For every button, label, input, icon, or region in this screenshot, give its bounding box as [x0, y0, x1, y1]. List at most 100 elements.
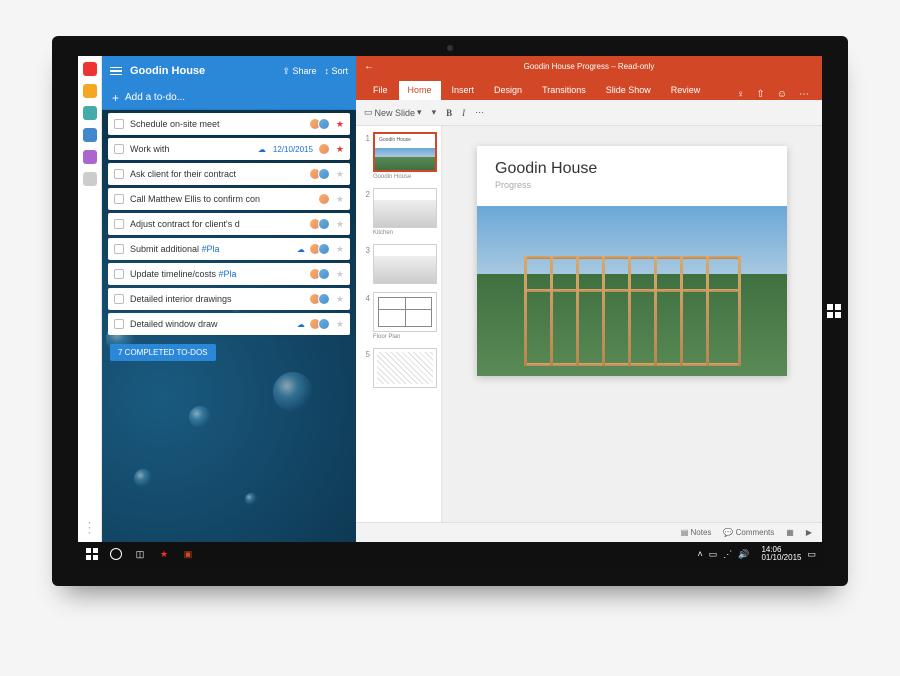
task-item[interactable]: Adjust contract for client's d ★	[108, 213, 350, 235]
slide-hero-image	[477, 206, 787, 376]
windows-hw-button[interactable]	[827, 304, 841, 318]
completed-banner[interactable]: 7 COMPLETED TO-DOS	[110, 344, 216, 361]
ribbon-tab-review[interactable]: Review	[662, 81, 710, 100]
task-item[interactable]: Detailed interior drawings ★	[108, 288, 350, 310]
more-icon[interactable]: ⋯	[794, 89, 814, 100]
clock[interactable]: 14:06 01/10/2015	[761, 546, 801, 562]
task-item[interactable]: Update timeline/costs #Pla ★	[108, 263, 350, 285]
task-label: Work with	[130, 144, 258, 154]
assignee-avatars	[312, 168, 330, 180]
italic-button[interactable]: I	[462, 108, 465, 118]
current-slide[interactable]: Goodin House Progress	[477, 146, 787, 376]
nav-more-icon[interactable]: ⋮	[83, 519, 97, 536]
star-icon[interactable]: ★	[336, 144, 344, 155]
slide-thumb-1[interactable]: 1Goodin HouseGoodin House	[360, 132, 437, 180]
ribbon-tab-file[interactable]: File	[364, 81, 397, 100]
list-title: Goodin House	[130, 65, 282, 77]
share-button[interactable]: ⇪ Share	[282, 66, 316, 77]
notes-button[interactable]: ▤ Notes	[681, 528, 712, 537]
checkbox-icon[interactable]	[114, 219, 124, 229]
comments-button[interactable]: 💬 Comments	[723, 528, 774, 537]
new-slide-button[interactable]: ▭ New Slide ▾	[364, 107, 422, 118]
star-icon[interactable]: ★	[336, 319, 344, 330]
lightbulb-icon[interactable]: ♀	[732, 89, 750, 100]
star-icon[interactable]: ★	[336, 294, 344, 305]
more-formatting-icon[interactable]: ⋯	[475, 107, 484, 118]
wifi-icon[interactable]: ⋰	[723, 549, 732, 560]
assignee-avatars	[312, 243, 330, 255]
back-icon[interactable]: ←	[364, 61, 374, 72]
task-item[interactable]: Schedule on-site meet ★	[108, 113, 350, 135]
bold-button[interactable]: B	[446, 108, 452, 118]
cortana-icon[interactable]	[108, 546, 124, 562]
cloud-icon: ☁	[258, 145, 266, 154]
task-item[interactable]: Call Matthew Ellis to confirm con ★	[108, 188, 350, 210]
cloud-icon: ☁	[297, 320, 305, 329]
view-slideshow-icon[interactable]: ▶	[806, 528, 812, 537]
hamburger-icon[interactable]	[110, 65, 122, 78]
ribbon-tabs: FileHomeInsertDesignTransitionsSlide Sho…	[356, 76, 822, 100]
action-center-icon[interactable]: ▭	[807, 549, 816, 560]
star-icon[interactable]: ★	[336, 219, 344, 230]
ribbon-tab-insert[interactable]: Insert	[443, 81, 484, 100]
checkbox-icon[interactable]	[114, 194, 124, 204]
task-label: Call Matthew Ellis to confirm con	[130, 194, 317, 204]
nav-item-week[interactable]	[83, 128, 97, 142]
star-icon[interactable]: ★	[336, 269, 344, 280]
tablet-frame: ⋮ Goodin House ⇪ Share ↕ Sort + Add a to…	[52, 36, 848, 586]
share-icon[interactable]: ⇧	[751, 89, 769, 100]
assignee-avatars	[312, 118, 330, 130]
checkbox-icon[interactable]	[114, 144, 124, 154]
volume-icon[interactable]: 🔊	[738, 549, 749, 560]
checkbox-icon[interactable]	[114, 294, 124, 304]
checkbox-icon[interactable]	[114, 169, 124, 179]
star-icon[interactable]: ★	[336, 119, 344, 130]
slide-thumb-5[interactable]: 5	[360, 348, 437, 388]
checkbox-icon[interactable]	[114, 119, 124, 129]
sort-button[interactable]: ↕ Sort	[324, 66, 348, 77]
ribbon-toolbar: ▭ New Slide ▾ ▾ B I ⋯	[356, 100, 822, 126]
ribbon-tab-design[interactable]: Design	[485, 81, 531, 100]
font-dropdown[interactable]: ▾	[432, 107, 437, 118]
task-label: Submit additional #Pla	[130, 244, 297, 254]
view-normal-icon[interactable]: ▦	[786, 528, 794, 537]
taskbar-app-powerpoint[interactable]: ▣	[180, 546, 196, 562]
task-item[interactable]: Work with ☁ 12/10/2015 ★	[108, 138, 350, 160]
tray-up-icon[interactable]: ˄	[697, 549, 702, 559]
task-label: Update timeline/costs #Pla	[130, 269, 308, 279]
ribbon-tab-transitions[interactable]: Transitions	[533, 81, 595, 100]
slide-thumb-4[interactable]: 4Floor Plan	[360, 292, 437, 340]
nav-item-today[interactable]	[83, 106, 97, 120]
assignee-avatars	[312, 318, 330, 330]
slide-title: Goodin House	[477, 146, 787, 180]
battery-icon[interactable]: ▭	[709, 549, 718, 560]
task-label: Schedule on-site meet	[130, 119, 308, 129]
checkbox-icon[interactable]	[114, 244, 124, 254]
add-todo-input[interactable]: + Add a to-do...	[102, 86, 356, 110]
assignee-avatars	[321, 143, 330, 155]
checkbox-icon[interactable]	[114, 269, 124, 279]
assignee-avatars	[312, 293, 330, 305]
nav-item-all[interactable]	[83, 150, 97, 164]
nav-item-inbox[interactable]	[83, 62, 97, 76]
task-item[interactable]: Submit additional #Pla ☁ ★	[108, 238, 350, 260]
star-icon[interactable]: ★	[336, 194, 344, 205]
slide-thumb-3[interactable]: 3	[360, 244, 437, 284]
task-item[interactable]: Ask client for their contract ★	[108, 163, 350, 185]
assignee-avatars	[312, 268, 330, 280]
taskview-icon[interactable]: ◫	[132, 546, 148, 562]
taskbar-app-wunderlist[interactable]: ★	[156, 546, 172, 562]
assignee-avatars	[321, 193, 330, 205]
checkbox-icon[interactable]	[114, 319, 124, 329]
task-item[interactable]: Detailed window draw ☁ ★	[108, 313, 350, 335]
ribbon-tab-slide show[interactable]: Slide Show	[597, 81, 660, 100]
slide-thumb-2[interactable]: 2Kitchen	[360, 188, 437, 236]
nav-item-starred[interactable]	[83, 84, 97, 98]
start-button[interactable]	[84, 546, 100, 562]
ribbon-tab-home[interactable]: Home	[399, 81, 441, 100]
star-icon[interactable]: ★	[336, 244, 344, 255]
star-icon[interactable]: ★	[336, 169, 344, 180]
slide-thumbnails: 1Goodin HouseGoodin House 2Kitchen 3 4Floor…	[356, 126, 442, 522]
person-icon[interactable]: ☺	[772, 89, 792, 100]
nav-item-completed[interactable]	[83, 172, 97, 186]
